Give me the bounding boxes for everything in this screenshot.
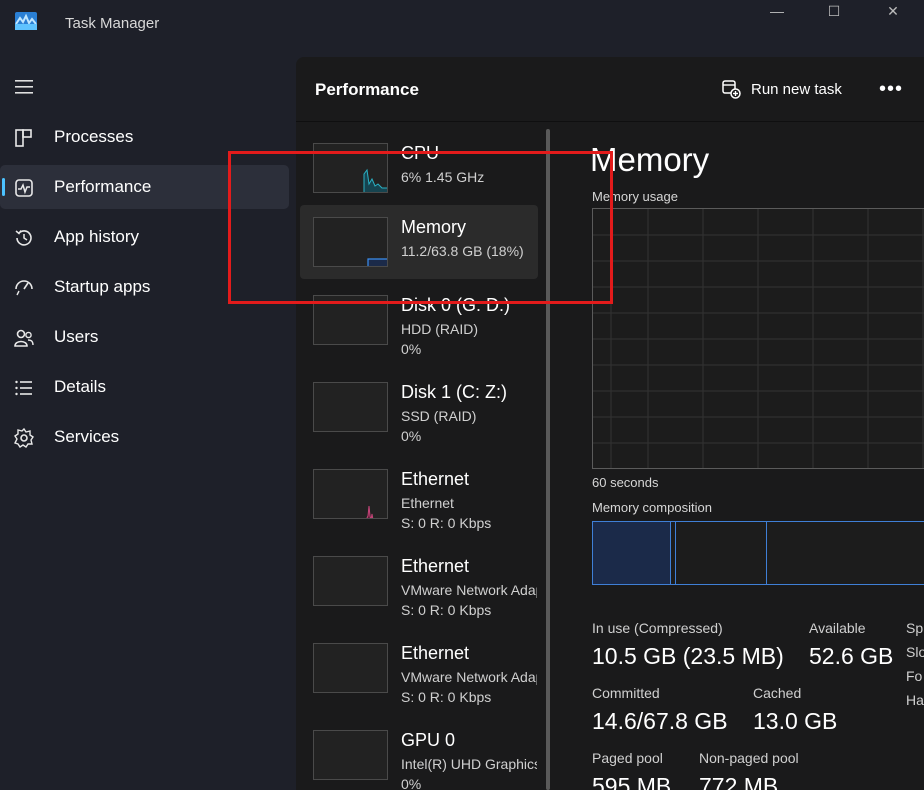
paged-pool-value: 595 MB <box>592 773 672 790</box>
maximize-button[interactable]: ☐ <box>811 0 857 22</box>
device-item-ethernet[interactable]: Ethernet Ethernet S: 0 R: 0 Kbps <box>300 457 538 531</box>
device-detail: SSD (RAID) <box>401 408 477 424</box>
task-manager-logo-icon <box>15 12 37 30</box>
speed-label: Sp <box>906 620 924 636</box>
memory-usage-graph <box>592 208 924 469</box>
non-paged-pool-label: Non-paged pool <box>699 750 799 766</box>
close-button[interactable]: ✕ <box>870 0 916 22</box>
ethernet-thumbnail-graph <box>313 556 388 606</box>
details-icon <box>15 380 32 396</box>
device-item-ethernet-vmnet8[interactable]: Ethernet VMware Network Adapter VMnet8 S… <box>300 631 538 705</box>
device-usage: 0% <box>401 428 422 444</box>
device-usage: S: 0 R: 0 Kbps <box>401 515 492 531</box>
device-usage: S: 0 R: 0 Kbps <box>401 602 492 618</box>
device-name: Disk 1 (C: Z:) <box>401 382 507 402</box>
highlight-annotation <box>228 151 613 304</box>
available-value: 52.6 GB <box>809 643 894 669</box>
sidebar-item-label: App history <box>54 227 140 246</box>
committed-value: 14.6/67.8 GB <box>592 708 728 734</box>
device-detail: HDD (RAID) <box>401 321 478 337</box>
device-detail: VMware Network Adapter VMnet1 <box>401 582 537 598</box>
processes-icon <box>15 129 32 147</box>
sidebar-item-label: Services <box>54 427 120 446</box>
services-icon <box>14 427 34 448</box>
in-use-label: In use (Compressed) <box>592 620 723 636</box>
device-usage: S: 0 R: 0 Kbps <box>401 689 492 705</box>
device-name: Ethernet <box>401 469 470 489</box>
hamburger-menu-icon[interactable] <box>14 79 34 95</box>
available-label: Available <box>809 620 866 636</box>
committed-label: Committed <box>592 685 660 701</box>
window-title: Task Manager <box>65 15 160 32</box>
slots-label: Slo <box>906 644 924 660</box>
device-detail: Ethernet <box>401 495 454 511</box>
startup-apps-icon <box>15 280 33 296</box>
gpu-thumbnail-graph <box>313 730 388 780</box>
performance-icon <box>15 179 33 197</box>
sidebar-item-details[interactable]: Details <box>0 365 289 409</box>
sidebar-item-label: Startup apps <box>54 277 151 296</box>
device-name: Ethernet <box>401 643 470 663</box>
ethernet-thumbnail-graph <box>313 469 388 519</box>
device-item-disk-1[interactable]: Disk 1 (C: Z:) SSD (RAID) 0% <box>300 370 538 444</box>
device-usage: 0% <box>401 776 422 790</box>
form-factor-label: Fo <box>906 668 923 684</box>
sidebar-item-services[interactable]: Services <box>0 415 289 459</box>
sidebar-item-label: Performance <box>54 177 152 196</box>
device-detail: VMware Network Adapter VMnet8 <box>401 669 537 685</box>
device-item-gpu-0[interactable]: GPU 0 Intel(R) UHD Graphics 0% <box>300 718 538 790</box>
run-new-task-label: Run new task <box>751 80 842 98</box>
app-history-icon <box>15 230 32 246</box>
title-bar: Task Manager — ☐ ✕ <box>0 0 924 48</box>
hardware-reserved-label: Ha <box>906 692 924 708</box>
memory-composition-bar <box>592 521 924 585</box>
in-use-value: 10.5 GB (23.5 MB) <box>592 643 784 669</box>
cached-label: Cached <box>753 685 802 701</box>
device-name: Ethernet <box>401 556 470 576</box>
device-detail: Intel(R) UHD Graphics <box>401 756 537 772</box>
run-new-task-icon <box>722 80 741 99</box>
device-name: GPU 0 <box>401 730 456 750</box>
device-usage: 0% <box>401 341 422 357</box>
more-options-icon[interactable]: ••• <box>879 77 903 101</box>
sidebar-item-label: Users <box>54 327 99 346</box>
composition-in-use-segment <box>593 522 671 584</box>
page-title: Performance <box>315 80 419 99</box>
non-paged-pool-value: 772 MB <box>699 773 779 790</box>
ethernet-thumbnail-graph <box>313 643 388 693</box>
paged-pool-label: Paged pool <box>592 750 663 766</box>
minimize-button[interactable]: — <box>754 0 800 22</box>
memory-composition-label: Memory composition <box>592 500 712 515</box>
disk-thumbnail-graph <box>313 382 388 432</box>
time-span-label: 60 seconds <box>592 475 659 490</box>
sidebar-item-label: Processes <box>54 127 134 146</box>
active-indicator <box>2 178 5 196</box>
composition-standby-segment <box>676 522 767 584</box>
sidebar-item-label: Details <box>54 377 106 396</box>
device-item-ethernet-vmnet1[interactable]: Ethernet VMware Network Adapter VMnet1 S… <box>300 544 538 618</box>
users-icon <box>14 329 34 347</box>
sidebar-item-users[interactable]: Users <box>0 315 289 359</box>
cached-value: 13.0 GB <box>753 708 838 734</box>
run-new-task-button[interactable]: Run new task <box>721 77 842 101</box>
